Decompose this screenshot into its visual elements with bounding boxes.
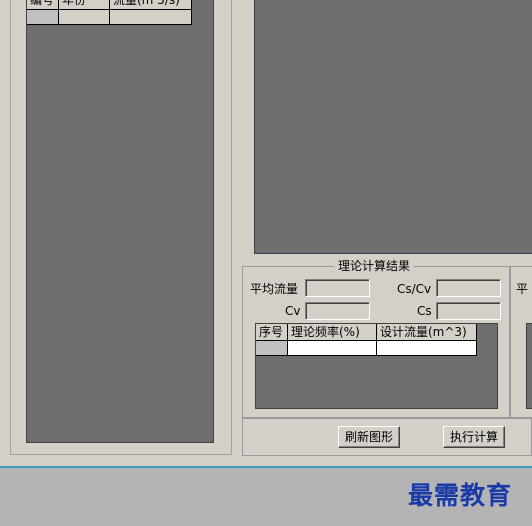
execute-calculation-button[interactable]: 执行计算 bbox=[443, 426, 505, 448]
theory-freq-cell[interactable] bbox=[288, 341, 377, 356]
row-indicator-cell[interactable] bbox=[27, 10, 59, 25]
watermark-logo: 最需教育 bbox=[408, 481, 513, 510]
col-header-flow[interactable]: 流量(m 3/s) bbox=[110, 0, 192, 10]
cs-cv-label: Cs/Cv bbox=[397, 282, 432, 296]
col-header-id[interactable]: 编号 bbox=[27, 0, 59, 10]
col-header-year[interactable]: 年份 bbox=[59, 0, 110, 10]
cs-label: Cs bbox=[417, 304, 432, 318]
result-grid[interactable]: 序号 理论频率(%) 设计流量(m^3) bbox=[255, 323, 498, 409]
second-avg-flow-label: 平 bbox=[516, 282, 529, 296]
flow-cell[interactable] bbox=[110, 10, 192, 25]
col-header-theory-freq[interactable]: 理论频率(%) bbox=[288, 324, 377, 341]
row-indicator-cell[interactable] bbox=[256, 341, 288, 356]
cs-field[interactable] bbox=[436, 302, 501, 320]
table-row[interactable] bbox=[27, 10, 213, 25]
cs-cv-field[interactable] bbox=[436, 279, 501, 297]
table-row[interactable] bbox=[256, 341, 497, 356]
frequency-chart-area bbox=[254, 0, 532, 254]
design-flow-cell[interactable] bbox=[377, 341, 477, 356]
year-cell[interactable] bbox=[59, 10, 110, 25]
results-group-title: 理论计算结果 bbox=[334, 258, 415, 274]
col-header-design-flow[interactable]: 设计流量(m^3) bbox=[377, 324, 477, 341]
avg-flow-label: 平均流量 bbox=[250, 282, 299, 296]
col-header-seq[interactable]: 序号 bbox=[256, 324, 288, 341]
second-result-grid[interactable] bbox=[526, 323, 532, 409]
cv-field[interactable] bbox=[305, 302, 370, 320]
cv-label: Cv bbox=[285, 304, 301, 318]
refresh-chart-button[interactable]: 刷新图形 bbox=[338, 426, 400, 448]
result-grid-header: 序号 理论频率(%) 设计流量(m^3) bbox=[256, 324, 497, 341]
grid-header-row: 编号 年份 流量(m 3/s) bbox=[27, 0, 213, 10]
data-input-grid[interactable]: 编号 年份 流量(m 3/s) bbox=[26, 0, 214, 443]
avg-flow-field[interactable] bbox=[305, 279, 370, 297]
